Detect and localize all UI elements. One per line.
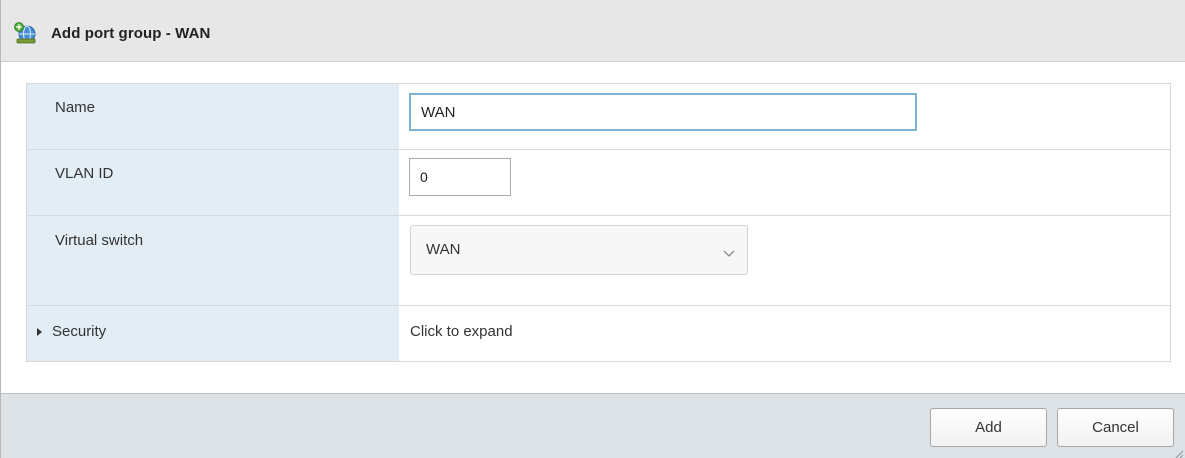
resize-grip-icon[interactable] <box>1174 446 1184 458</box>
cancel-button[interactable]: Cancel <box>1057 408 1174 447</box>
caret-right-icon <box>37 327 42 336</box>
virtual-switch-row: Virtual switch WAN <box>27 216 1170 306</box>
dialog-titlebar: Add port group - WAN <box>1 0 1185 62</box>
chevron-down-icon <box>723 245 735 257</box>
vlan-id-label: VLAN ID <box>55 165 114 182</box>
dialog-footer: Add Cancel <box>1 393 1185 458</box>
add-port-group-dialog: Add port group - WAN Name VLAN ID Virtua… <box>0 0 1185 458</box>
security-label: Security <box>52 323 107 340</box>
virtual-switch-label: Virtual switch <box>55 232 144 249</box>
vlan-id-input[interactable] <box>409 158 511 196</box>
dialog-title: Add port group - WAN <box>51 25 211 42</box>
virtual-switch-select[interactable]: WAN <box>410 225 748 275</box>
vlan-id-row: VLAN ID <box>27 150 1170 216</box>
name-label: Name <box>55 99 96 116</box>
virtual-switch-selected-value: WAN <box>426 241 461 258</box>
port-group-form: Name VLAN ID Virtual switch WAN Security <box>26 83 1171 362</box>
name-input[interactable] <box>409 93 917 131</box>
security-toggle[interactable]: Security <box>37 323 106 340</box>
name-row: Name <box>27 84 1170 150</box>
security-row[interactable]: Security Click to expand <box>27 306 1170 361</box>
add-button[interactable]: Add <box>930 408 1047 447</box>
network-add-icon <box>14 22 38 46</box>
security-expand-link[interactable]: Click to expand <box>410 323 513 340</box>
